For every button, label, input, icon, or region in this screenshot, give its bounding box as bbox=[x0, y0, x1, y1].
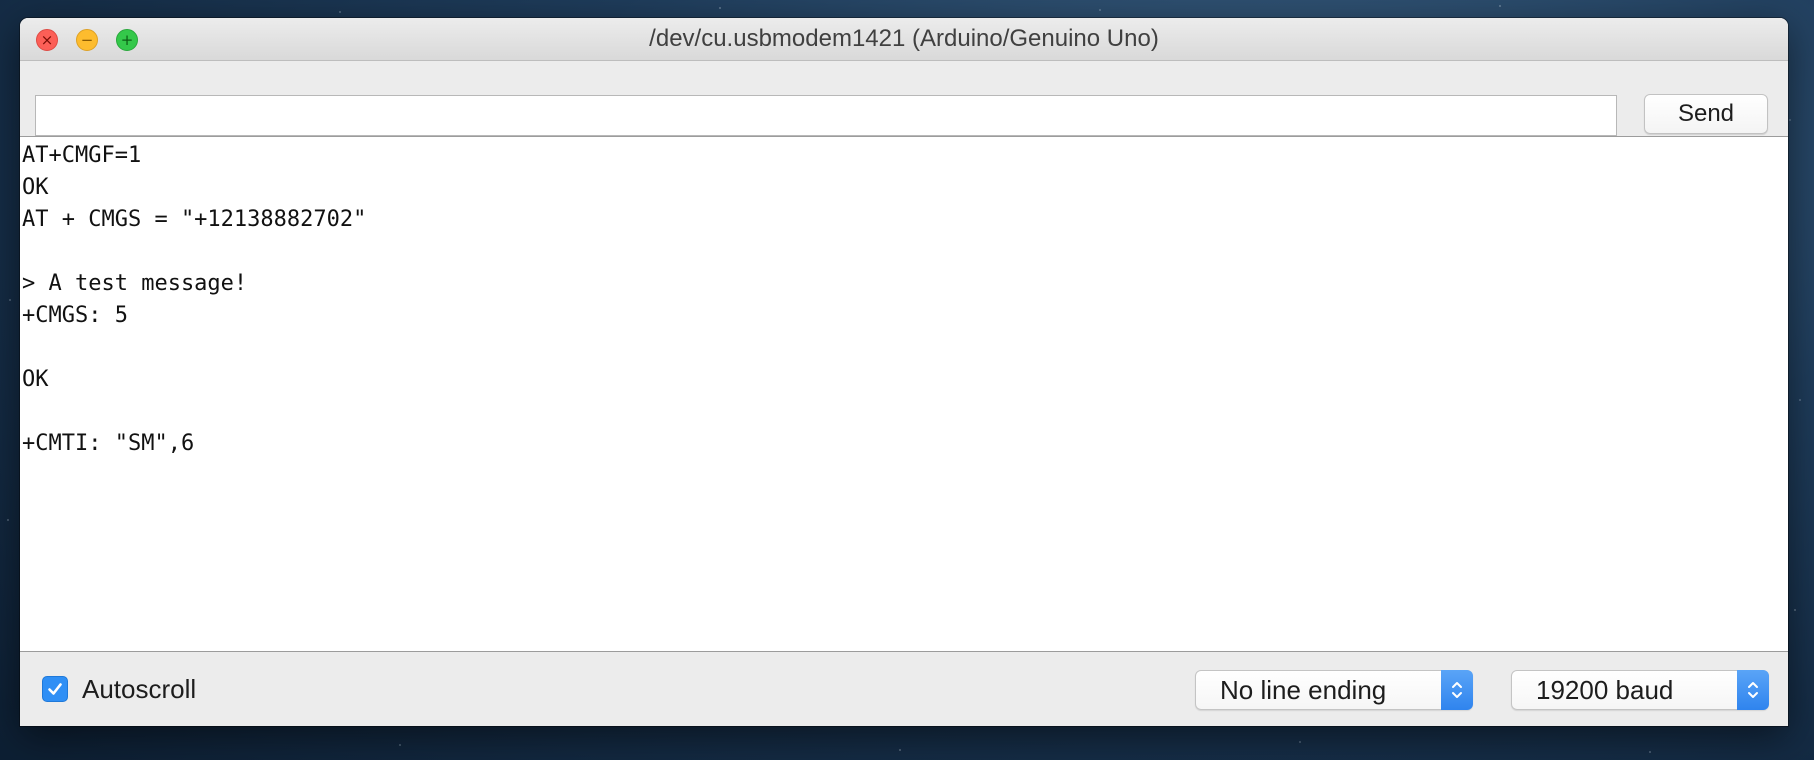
output-line: > A test message! bbox=[22, 271, 248, 296]
line-ending-select[interactable]: No line ending bbox=[1195, 670, 1473, 710]
baud-rate-select[interactable]: 19200 baud bbox=[1511, 670, 1769, 710]
status-bar: Autoscroll No line ending 19200 baud bbox=[20, 652, 1788, 726]
autoscroll-label[interactable]: Autoscroll bbox=[82, 672, 196, 706]
updown-chevron-icon bbox=[1441, 670, 1473, 710]
checkmark-icon bbox=[48, 683, 62, 695]
baud-rate-value: 19200 baud bbox=[1536, 675, 1674, 705]
send-button[interactable]: Send bbox=[1644, 94, 1768, 134]
output-line: +CMGS: 5 bbox=[22, 303, 128, 328]
output-line: AT+CMGF=1 bbox=[22, 143, 142, 168]
output-line: OK bbox=[22, 175, 49, 200]
output-line: AT + CMGS = "+12138882702" bbox=[22, 207, 367, 232]
serial-monitor-window: × − + /dev/cu.usbmodem1421 (Arduino/Genu… bbox=[20, 18, 1788, 726]
autoscroll-checkbox[interactable] bbox=[42, 676, 68, 702]
line-ending-value: No line ending bbox=[1220, 675, 1387, 705]
send-input[interactable] bbox=[35, 95, 1617, 136]
output-line: OK bbox=[22, 367, 49, 392]
updown-chevron-icon bbox=[1737, 670, 1769, 710]
window-title: /dev/cu.usbmodem1421 (Arduino/Genuino Un… bbox=[649, 25, 1159, 52]
title-bar: × − + /dev/cu.usbmodem1421 (Arduino/Genu… bbox=[20, 18, 1788, 61]
serial-output[interactable]: AT+CMGF=1 OK AT + CMGS = "+12138882702" … bbox=[20, 136, 1788, 652]
output-line: +CMTI: "SM",6 bbox=[22, 431, 195, 456]
